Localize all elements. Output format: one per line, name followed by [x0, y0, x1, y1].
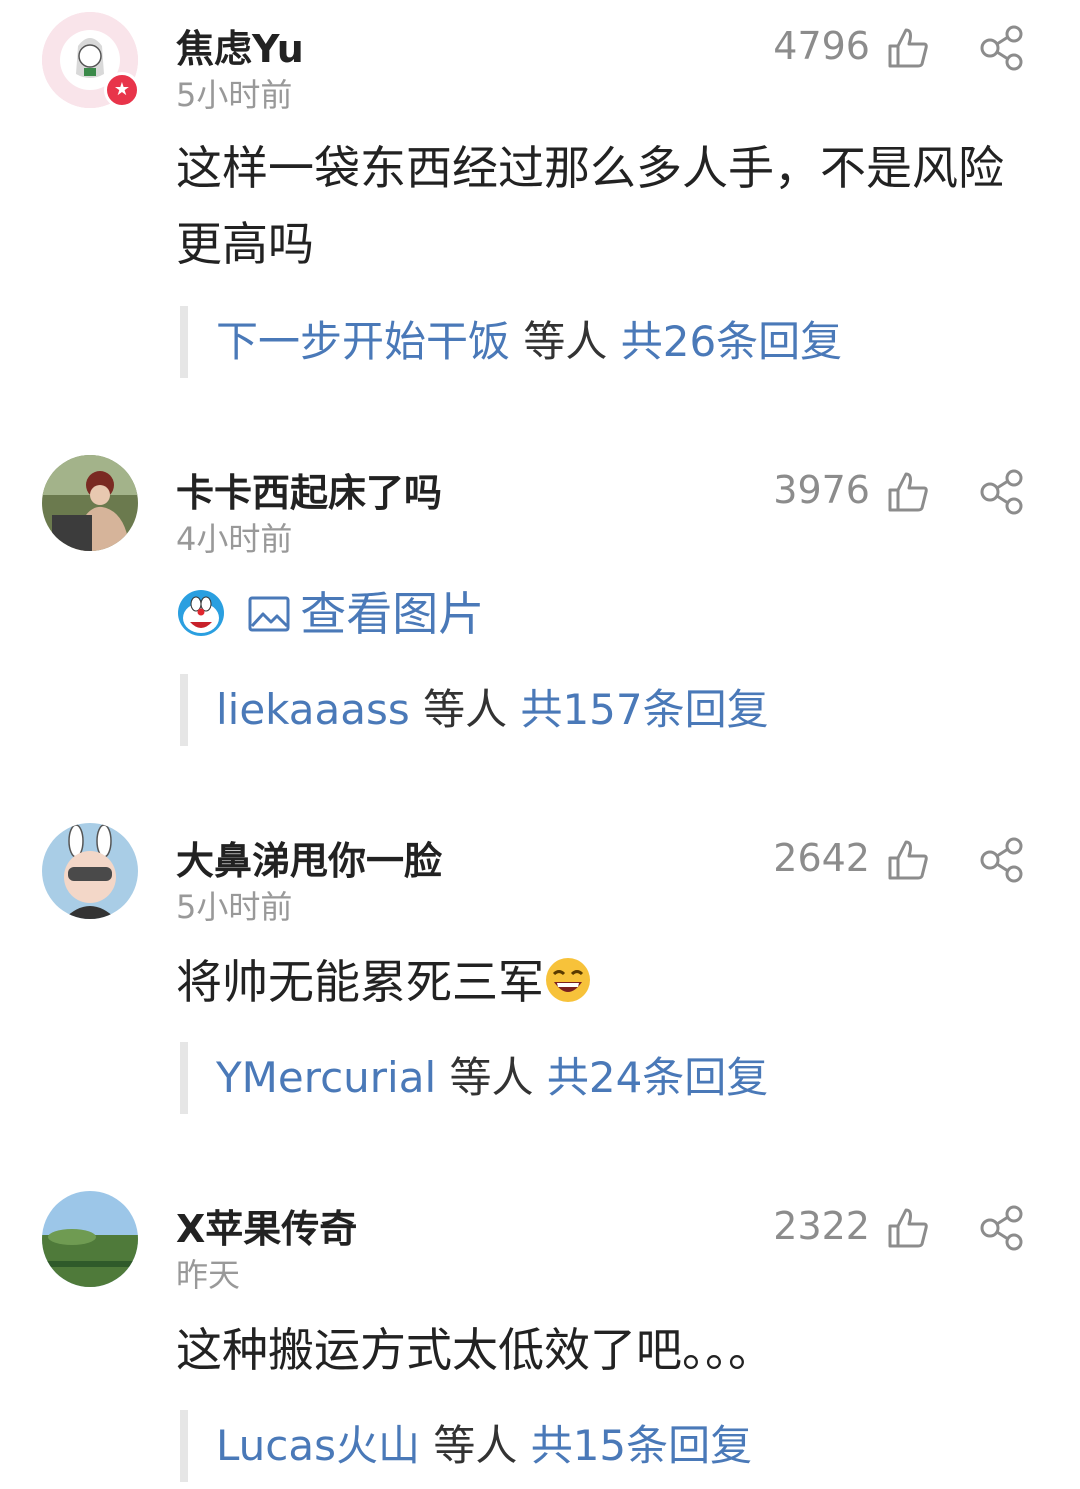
reply-count-link[interactable]: 共26条回复	[621, 317, 842, 366]
vip-badge-icon: ★	[104, 72, 140, 108]
laughing-emoji-icon	[546, 958, 590, 1002]
reply-separator: 等人	[409, 685, 521, 734]
reply-names[interactable]: liekaaass	[216, 685, 410, 734]
share-icon[interactable]	[978, 1204, 1026, 1252]
comment-time: 昨天	[176, 1256, 241, 1294]
thumbs-up-icon[interactable]	[886, 470, 930, 514]
reply-separator: 等人	[436, 1053, 547, 1102]
share-icon[interactable]	[978, 24, 1026, 72]
reply-count-link[interactable]: 共24条回复	[547, 1053, 768, 1102]
reply-separator: 等人	[420, 1421, 531, 1470]
view-image-link[interactable]: 查看图片	[300, 587, 484, 641]
username[interactable]: 卡卡西起床了吗	[176, 462, 442, 517]
username[interactable]: 焦虑Yu	[176, 18, 304, 73]
username[interactable]: 大鼻涕甩你一脸	[176, 830, 442, 885]
like-count: 3976	[773, 468, 870, 512]
like-count: 4796	[773, 24, 870, 68]
image-attachment-row[interactable]: 查看图片	[176, 584, 484, 644]
reply-summary[interactable]: Lucas火山 等人 共15条回复	[180, 1410, 752, 1482]
reply-summary[interactable]: 下一步开始干饭 等人 共26条回复	[180, 306, 842, 378]
avatar[interactable]	[42, 455, 138, 551]
thumbs-up-icon[interactable]	[886, 26, 930, 70]
comment-time: 5小时前	[176, 888, 293, 926]
reply-separator: 等人	[510, 317, 621, 366]
comment-time: 5小时前	[176, 76, 293, 114]
thumbs-up-icon[interactable]	[886, 1206, 930, 1250]
image-icon	[248, 596, 290, 632]
username[interactable]: X苹果传奇	[176, 1198, 357, 1253]
comment-text: 将帅无能累死三军	[176, 955, 544, 1009]
avatar[interactable]	[42, 823, 138, 919]
doraemon-emoji-icon	[178, 590, 224, 636]
reply-names[interactable]: Lucas火山	[216, 1421, 420, 1470]
comment-text-row: 将帅无能累死三军	[176, 944, 1046, 1020]
comment-time: 4小时前	[176, 520, 293, 558]
share-icon[interactable]	[978, 836, 1026, 884]
reply-names[interactable]: YMercurial	[216, 1053, 436, 1102]
thumbs-up-icon[interactable]	[886, 838, 930, 882]
like-count: 2322	[773, 1204, 870, 1248]
reply-count-link[interactable]: 共15条回复	[531, 1421, 752, 1470]
like-count: 2642	[773, 836, 870, 880]
reply-names[interactable]: 下一步开始干饭	[216, 317, 510, 366]
share-icon[interactable]	[978, 468, 1026, 516]
avatar[interactable]	[42, 1191, 138, 1287]
reply-count-link[interactable]: 共157条回复	[520, 685, 768, 734]
comment-text: 这种搬运方式太低效了吧。。。	[176, 1323, 774, 1377]
comment-text: 这样一袋东西经过那么多人手，不是风险更高吗	[176, 141, 1004, 271]
reply-summary[interactable]: liekaaass 等人 共157条回复	[180, 674, 769, 746]
reply-summary[interactable]: YMercurial 等人 共24条回复	[180, 1042, 768, 1114]
